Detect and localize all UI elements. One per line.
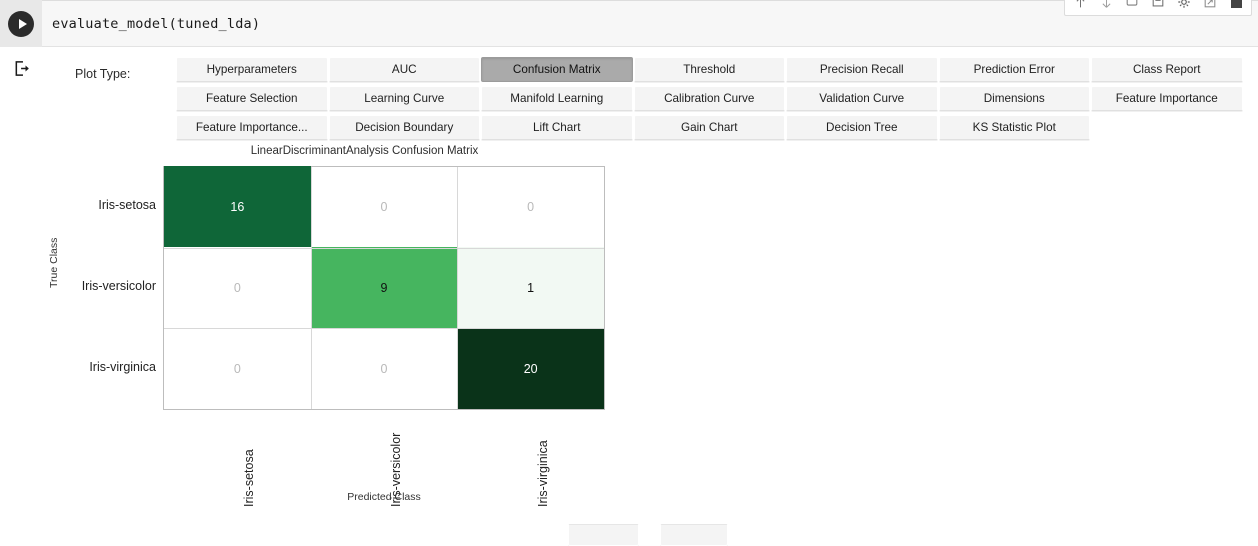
matrix-cell-value: 0 [380,361,388,376]
matrix-cell-patch [164,166,311,247]
matrix-cell-patch [457,247,604,328]
plot-type-button[interactable]: Feature Selection [176,86,328,111]
plot-type-button[interactable]: Calibration Curve [633,86,785,111]
matrix-cell-value: 0 [233,361,241,376]
bottom-peek-button-2[interactable] [660,524,728,546]
export-icon[interactable] [1198,0,1222,14]
plot-type-button[interactable]: Feature Importance... [176,115,328,140]
matrix-cell-value: 0 [380,200,388,215]
plot-type-button[interactable]: Threshold [633,57,785,82]
y-tick-label: Iris-versicolor [81,279,156,293]
duplicate-icon[interactable] [1120,0,1144,14]
plot-type-button[interactable]: AUC [328,57,480,82]
bottom-peek-button-1[interactable] [568,524,639,546]
plot-type-button[interactable]: Decision Tree [786,115,938,140]
plot-type-button-grid: Hyperparameters AUC Confusion Matrix Thresh… [176,57,1243,140]
run-cell-button[interactable] [8,10,34,37]
stop-square [1230,0,1242,8]
plot-type-button[interactable]: Confusion Matrix [481,57,633,82]
settings-icon[interactable] [1172,0,1196,14]
save-icon[interactable] [1146,0,1170,14]
plot-type-button[interactable]: Validation Curve [786,86,938,111]
plot-type-button[interactable]: Feature Importance [1091,86,1243,111]
notebook-cell: evaluate_model(tuned_lda) [0,0,1258,47]
chart-title: LinearDiscriminantAnalysis Confusion Mat… [250,145,479,157]
plot-type-button[interactable]: Hyperparameters [176,57,328,82]
confusion-matrix-grid: 16 0 0 0 9 1 0 0 20 [163,166,605,410]
y-tick-label: Iris-virginica [89,359,156,374]
matrix-cell-patch [457,328,604,409]
grid-line-horizontal [164,328,604,330]
plot-type-button[interactable]: KS Statistic Plot [938,115,1090,140]
plot-type-button[interactable]: Dimensions [938,86,1090,111]
matrix-cell-value: 0 [233,280,241,295]
stop-icon[interactable] [1224,0,1248,14]
plot-type-button[interactable]: Manifold Learning [481,86,633,111]
plot-type-button[interactable]: Precision Recall [786,57,938,82]
plot-type-button[interactable]: Learning Curve [328,86,480,111]
y-tick-label: Iris-setosa [98,198,156,213]
y-axis-label: True Class [48,237,60,288]
plot-type-button[interactable]: Decision Boundary [328,115,480,140]
plot-type-button[interactable]: Prediction Error [938,57,1090,82]
play-icon [18,18,27,29]
matrix-cell-value: 0 [527,200,535,215]
grid-line-vertical [310,167,312,409]
plot-type-label: Plot Type: [75,67,131,81]
matrix-cell-patch [310,247,458,328]
y-axis-ticks: Iris-setosa Iris-versicolor Iris-virginica [42,166,156,410]
move-down-icon[interactable] [1094,0,1118,14]
move-up-icon[interactable] [1068,0,1092,14]
export-output-icon[interactable] [11,57,33,79]
grid-line-horizontal [164,247,604,249]
cell-gutter [0,0,42,47]
cell-toolbar [1064,0,1252,16]
plot-type-button[interactable]: Class Report [1091,57,1243,82]
plot-type-button[interactable]: Lift Chart [481,115,633,140]
x-axis-label: Predicted Class [347,491,421,503]
code-text: evaluate_model(tuned_lda) [52,15,261,32]
grid-line-vertical [457,167,459,409]
plot-type-button[interactable]: Gain Chart [633,115,785,140]
left-rail [0,47,42,530]
widget-output-area: Plot Type: Hyperparameters AUC Confusion M… [42,47,1258,530]
confusion-matrix-figure: LinearDiscriminantAnalysis Confusion Mat… [42,145,742,530]
